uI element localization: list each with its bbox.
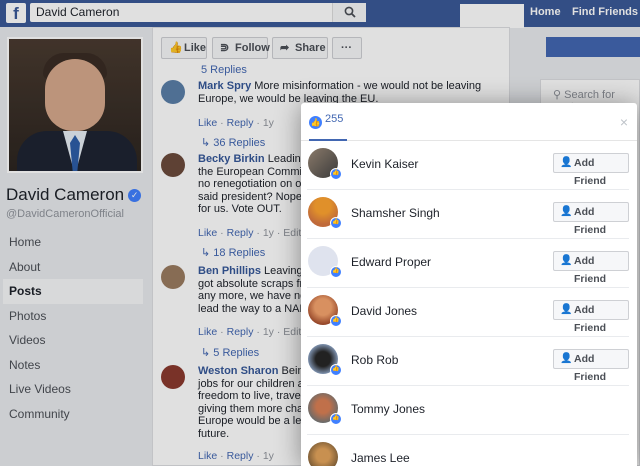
profile-picture[interactable]: [7, 37, 143, 173]
list-item: James Lee: [307, 435, 629, 466]
add-friend-button[interactable]: 👤 Add Friend: [553, 349, 629, 383]
like-badge-icon: 👍: [330, 168, 342, 180]
sidebar-item-videos[interactable]: Videos: [3, 328, 143, 353]
page-title[interactable]: David Cameron ✓: [6, 185, 142, 205]
sidebar-item-live-videos[interactable]: Live Videos: [3, 377, 143, 402]
add-friend-button[interactable]: 👤 Add Friend: [553, 153, 629, 187]
comment-meta: Like · Reply · 1y · Edited: [198, 326, 314, 338]
search-input[interactable]: David Cameron: [30, 3, 366, 22]
comment-author[interactable]: Mark Spry: [198, 80, 251, 92]
person-plus-icon: 👤: [560, 255, 573, 266]
avatar[interactable]: [161, 153, 185, 177]
right-action-button[interactable]: [546, 37, 640, 57]
like-badge-icon: 👍: [330, 413, 342, 425]
more-label: ···: [341, 42, 352, 54]
search-icon: [344, 6, 356, 18]
share-arrow-icon: ➦: [280, 42, 290, 54]
thumbs-up-icon: 👍: [169, 42, 183, 54]
verified-check-icon: ✓: [128, 189, 142, 202]
list-item: 👍 Edward Proper 👤 Add Friend: [307, 239, 629, 288]
person-plus-icon: 👤: [560, 304, 573, 315]
comment-replies-link[interactable]: ↳ 5 Replies: [201, 346, 259, 359]
list-item: 👍 Kevin Kaiser 👤 Add Friend: [307, 141, 629, 190]
person-name[interactable]: Tommy Jones: [351, 402, 425, 416]
comment-meta: Like · Reply · 1y: [198, 450, 274, 462]
add-friend-button[interactable]: 👤 Add Friend: [553, 300, 629, 334]
search-button[interactable]: [332, 3, 366, 22]
list-item: 👍 Tommy Jones: [307, 386, 629, 435]
sidebar-item-about[interactable]: About: [3, 255, 143, 280]
person-plus-icon: 👤: [560, 206, 573, 217]
comment-author[interactable]: Ben Phillips: [198, 265, 261, 277]
comment-reply-link[interactable]: Reply: [227, 117, 254, 129]
top-navigation-bar: f David Cameron Home Find Friends: [0, 0, 640, 28]
comment-replies-link[interactable]: ↳ 36 Replies: [201, 136, 265, 149]
person-plus-icon: 👤: [560, 157, 573, 168]
comment-body: Mark Spry More misinformation - we would…: [198, 80, 503, 105]
list-item: 👍 Shamsher Singh 👤 Add Friend: [307, 190, 629, 239]
comment-author[interactable]: Weston Sharon: [198, 365, 278, 377]
like-badge-icon: 👍: [330, 217, 342, 229]
rss-icon: ⋑: [220, 42, 230, 54]
close-icon[interactable]: ×: [620, 114, 628, 130]
sidebar-item-notes[interactable]: Notes: [3, 353, 143, 378]
person-name[interactable]: Kevin Kaiser: [351, 157, 418, 171]
like-label: Like: [184, 42, 207, 54]
avatar[interactable]: [161, 365, 185, 389]
sidebar-item-home[interactable]: Home: [3, 230, 143, 255]
like-badge-icon: 👍: [330, 315, 342, 327]
add-friend-button[interactable]: 👤 Add Friend: [553, 251, 629, 285]
list-item: 👍 David Jones 👤 Add Friend: [307, 288, 629, 337]
follow-button[interactable]: ⋑ Follow: [212, 37, 270, 59]
search-input-value: David Cameron: [36, 5, 120, 19]
tab-all-likes[interactable]: 👍 255: [309, 113, 348, 141]
person-name[interactable]: Edward Proper: [351, 255, 431, 269]
comment-like-link[interactable]: Like: [198, 450, 217, 462]
person-name[interactable]: Rob Rob: [351, 353, 398, 367]
page-title-text[interactable]: David Cameron: [6, 185, 124, 204]
reactions-dialog: 👍 255 × 👍 Kevin Kaiser 👤 Add Friend 👍 Sham…: [301, 103, 637, 466]
like-page-button[interactable]: 👍 Like: [161, 37, 207, 59]
search-icon: ⚲: [553, 89, 565, 101]
nav-find-friends-link[interactable]: Find Friends: [572, 6, 638, 18]
comment-meta: Like · Reply · 1y: [198, 117, 274, 129]
comment-meta: Like · Reply · 1y · Edited: [198, 227, 314, 239]
avatar[interactable]: [161, 80, 185, 104]
more-options-button[interactable]: ···: [332, 37, 362, 59]
like-badge-icon: 👍: [330, 266, 342, 278]
sidebar-item-photos[interactable]: Photos: [3, 304, 143, 329]
person-name[interactable]: David Jones: [351, 304, 417, 318]
list-item: 👍 Rob Rob 👤 Add Friend: [307, 337, 629, 386]
person-plus-icon: 👤: [560, 353, 573, 364]
avatar[interactable]: [161, 265, 185, 289]
top-replies-link[interactable]: 5 Replies: [201, 64, 247, 76]
sidebar-item-posts[interactable]: Posts: [3, 279, 143, 304]
facebook-logo-icon[interactable]: f: [6, 3, 26, 23]
thumbs-up-icon: 👍: [309, 116, 322, 129]
comment-like-link[interactable]: Like: [198, 117, 217, 129]
comment-replies-link[interactable]: ↳ 18 Replies: [201, 246, 265, 259]
page-sidebar-nav: Home About Posts Photos Videos Notes Liv…: [3, 230, 143, 426]
comment-author[interactable]: Becky Birkin: [198, 153, 265, 165]
nav-home-link[interactable]: Home: [530, 6, 561, 18]
comment-reply-link[interactable]: Reply: [227, 450, 254, 462]
share-label: Share: [295, 42, 326, 54]
avatar[interactable]: [308, 442, 338, 466]
reactions-tabs: 👍 255 ×: [301, 103, 637, 141]
comment-like-link[interactable]: Like: [198, 326, 217, 338]
profile-shortcut-placeholder[interactable]: [460, 4, 524, 28]
person-name[interactable]: James Lee: [351, 451, 410, 465]
add-friend-button[interactable]: 👤 Add Friend: [553, 202, 629, 236]
person-name[interactable]: Shamsher Singh: [351, 206, 440, 220]
reaction-count: 255: [325, 113, 344, 125]
comment-time: 1y: [262, 117, 274, 129]
page-handle[interactable]: @DavidCameronOfficial: [6, 208, 124, 220]
comment-reply-link[interactable]: Reply: [227, 326, 254, 338]
follow-label: Follow: [235, 42, 270, 54]
share-button[interactable]: ➦ Share: [272, 37, 328, 59]
like-badge-icon: 👍: [330, 364, 342, 376]
comment-reply-link[interactable]: Reply: [227, 227, 254, 239]
comment-like-link[interactable]: Like: [198, 227, 217, 239]
sidebar-item-community[interactable]: Community: [3, 402, 143, 427]
